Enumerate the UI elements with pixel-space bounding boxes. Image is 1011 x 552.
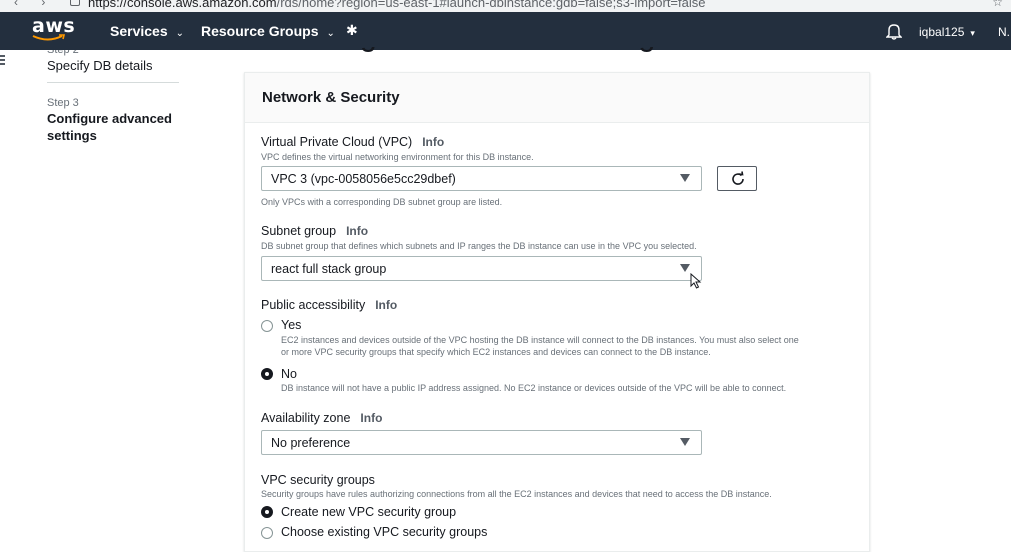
create-sg-radio[interactable] <box>261 506 273 518</box>
public-access-info-link[interactable]: Info <box>375 298 397 312</box>
services-menu[interactable]: Services ⌄ <box>110 23 184 39</box>
public-access-label-text: Public accessibility <box>261 298 366 312</box>
subnet-description: DB subnet group that defines which subne… <box>261 241 697 251</box>
chevron-down-icon: ⌄ <box>326 28 335 39</box>
aws-logo-text: aws <box>32 15 76 37</box>
url-text[interactable]: https://console.aws.amazon.com/rds/home?… <box>88 0 706 10</box>
public-yes-desc-line2: or more VPC security groups that specify… <box>281 347 711 357</box>
step3-title-line1: Configure advanced <box>47 111 172 126</box>
lock-icon <box>70 0 80 6</box>
bookmark-star-icon[interactable]: ☆ <box>992 0 1003 9</box>
step-divider <box>47 82 179 83</box>
security-groups-label: VPC security groups <box>261 473 375 487</box>
refresh-icon <box>732 171 744 185</box>
availability-zone-select[interactable]: No preference <box>261 430 702 455</box>
availability-zone-value: No preference <box>271 436 351 450</box>
existing-sg-label[interactable]: Choose existing VPC security groups <box>281 525 487 539</box>
user-menu[interactable]: iqbal125 ▾ <box>919 25 975 39</box>
step3-title-line2: settings <box>47 128 97 143</box>
dropdown-arrow-icon <box>680 174 690 182</box>
resource-groups-menu[interactable]: Resource Groups ⌄ <box>201 23 335 39</box>
security-groups-description: Security groups have rules authorizing c… <box>261 489 772 499</box>
availability-zone-info-link[interactable]: Info <box>360 411 382 425</box>
dropdown-arrow-icon <box>680 264 690 272</box>
availability-zone-label: Availability zone Info <box>261 411 382 425</box>
bell-icon[interactable] <box>886 22 902 40</box>
region-menu[interactable]: N. <box>998 25 1010 39</box>
panel-title: Network & Security <box>262 89 400 106</box>
public-yes-label[interactable]: Yes <box>281 318 301 332</box>
aws-logo[interactable]: aws <box>32 15 76 44</box>
subnet-info-link[interactable]: Info <box>346 224 368 238</box>
public-no-label[interactable]: No <box>281 367 297 381</box>
public-yes-desc-line1: EC2 instances and devices outside of the… <box>281 335 799 345</box>
subnet-label: Subnet group Info <box>261 224 368 238</box>
vpc-label: Virtual Private Cloud (VPC) Info <box>261 135 444 149</box>
services-label: Services <box>110 23 168 39</box>
subnet-label-text: Subnet group <box>261 224 337 238</box>
vpc-info-link[interactable]: Info <box>422 135 444 149</box>
vpc-note: Only VPCs with a corresponding DB subnet… <box>261 197 503 207</box>
public-yes-radio[interactable] <box>261 320 273 332</box>
public-no-desc: DB instance will not have a public IP ad… <box>281 383 787 393</box>
mouse-cursor-icon <box>690 273 702 289</box>
url-path: /rds/home?region=us-east-1#launch-dbinst… <box>276 0 706 10</box>
pin-icon[interactable]: ✱ <box>346 22 358 39</box>
browser-address-bar: ‹ › https://console.aws.amazon.com/rds/h… <box>0 0 1011 12</box>
step3-label: Step 3 <box>47 97 79 109</box>
user-label: iqbal125 <box>919 25 965 39</box>
dropdown-arrow-icon <box>680 438 690 446</box>
url-host: https://console.aws.amazon.com <box>88 0 277 10</box>
panel-header: Network & Security <box>245 73 869 123</box>
public-no-radio[interactable] <box>261 368 273 380</box>
vpc-label-text: Virtual Private Cloud (VPC) <box>261 135 413 149</box>
public-access-label: Public accessibility Info <box>261 298 397 312</box>
vpc-select-value: VPC 3 (vpc-0058056e5cc29dbef) <box>271 172 456 186</box>
aws-top-nav: aws Services ⌄ Resource Groups ⌄ ✱ iqbal12… <box>0 12 1011 50</box>
chevron-down-icon: ⌄ <box>175 28 184 39</box>
create-sg-label[interactable]: Create new VPC security group <box>281 505 456 519</box>
browser-nav-arrows[interactable]: ‹ › <box>14 0 55 9</box>
resource-groups-label: Resource Groups <box>201 23 319 39</box>
subnet-select[interactable]: react full stack group <box>261 256 702 281</box>
caret-down-icon: ▾ <box>970 28 975 38</box>
subnet-select-value: react full stack group <box>271 262 387 276</box>
refresh-button[interactable] <box>717 166 757 191</box>
step2-title[interactable]: Specify DB details <box>47 58 153 73</box>
menu-icon[interactable] <box>0 55 6 65</box>
vpc-description: VPC defines the virtual networking envir… <box>261 152 534 162</box>
existing-sg-radio[interactable] <box>261 527 273 539</box>
availability-zone-label-text: Availability zone <box>261 411 351 425</box>
vpc-select[interactable]: VPC 3 (vpc-0058056e5cc29dbef) <box>261 166 702 191</box>
aws-smile-icon <box>32 34 66 41</box>
